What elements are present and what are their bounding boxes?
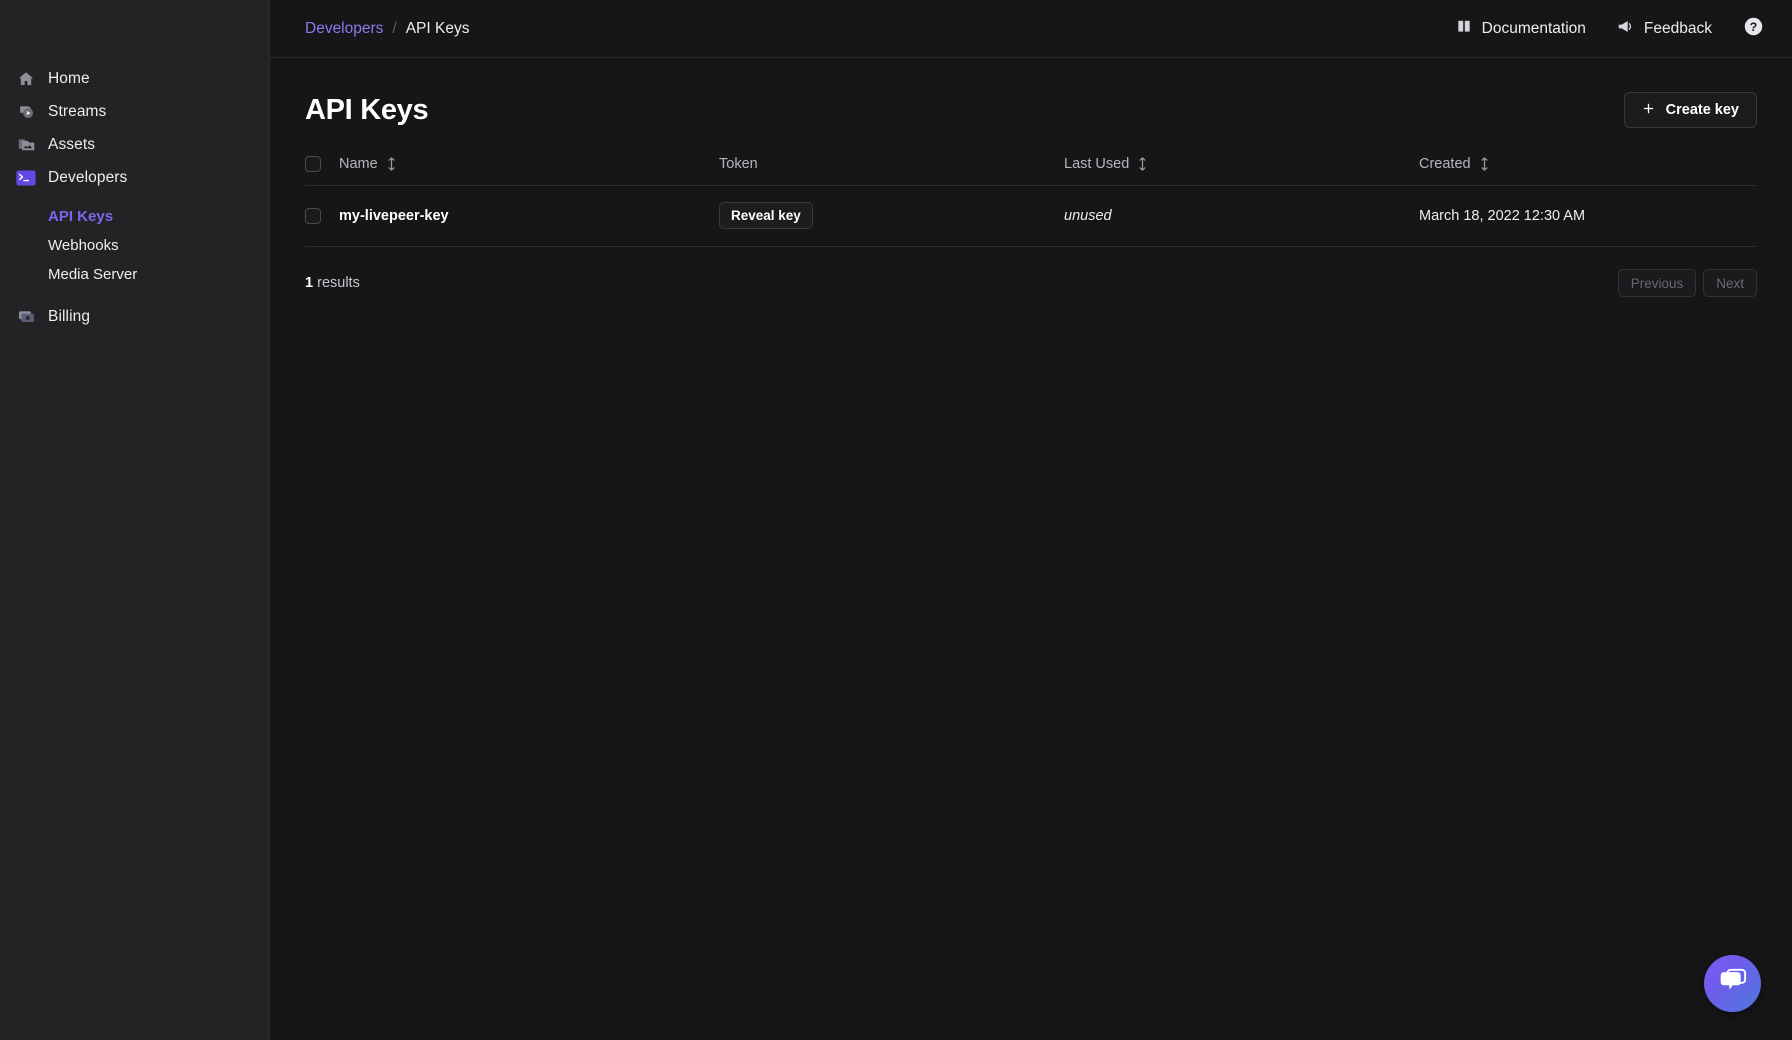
previous-page-button[interactable]: Previous	[1617, 269, 1697, 297]
table-header-name[interactable]: Name	[339, 156, 719, 186]
table-header-last-used[interactable]: Last Used	[1064, 156, 1419, 186]
last-used-value: unused	[1064, 207, 1112, 224]
sort-created-icon[interactable]	[1480, 157, 1489, 171]
results-count: 1	[305, 275, 314, 291]
app-root: Home Streams Assets Developers API Keys …	[0, 0, 1792, 1040]
sidebar-item-media-server[interactable]: Media Server	[0, 260, 269, 289]
select-all-checkbox[interactable]	[305, 156, 321, 172]
sidebar-item-streams[interactable]: Streams	[0, 95, 269, 128]
sidebar-item-assets[interactable]: Assets	[0, 128, 269, 161]
next-page-button[interactable]: Next	[1703, 269, 1757, 297]
sort-last-used-icon[interactable]	[1138, 157, 1147, 171]
sort-name-icon[interactable]	[387, 157, 396, 171]
sidebar-item-billing[interactable]: Billing	[0, 300, 269, 333]
pagination: Previous Next	[1617, 269, 1757, 297]
table-header-created[interactable]: Created	[1419, 156, 1757, 186]
page-title: API Keys	[305, 93, 429, 126]
feedback-link[interactable]: Feedback	[1617, 18, 1712, 40]
sidebar-item-api-keys[interactable]: API Keys	[0, 202, 269, 231]
sidebar-item-label: Assets	[48, 135, 96, 153]
table-header-token: Token	[719, 156, 1064, 186]
page-content: API Keys Create key Name Token Last Used…	[270, 58, 1792, 297]
help-button[interactable]: ?	[1743, 16, 1764, 42]
column-label-last-used: Last Used	[1064, 156, 1130, 172]
sidebar-subitem-label: Webhooks	[48, 237, 119, 254]
results-label-wrap: results	[313, 275, 360, 291]
table-header-select	[305, 156, 339, 186]
create-key-label: Create key	[1665, 102, 1739, 118]
sidebar-subitem-label: Media Server	[48, 266, 138, 283]
documentation-link[interactable]: Documentation	[1456, 18, 1586, 39]
table-header-row: Name Token Last Used Created	[305, 156, 1757, 186]
key-name: my-livepeer-key	[339, 207, 449, 224]
row-token-cell: Reveal key	[719, 185, 1064, 247]
sidebar-item-label: Billing	[48, 307, 91, 325]
chat-bubbles-icon	[1718, 967, 1748, 1000]
chat-widget-button[interactable]	[1704, 955, 1761, 1012]
row-select-cell	[305, 185, 339, 247]
breadcrumb-separator: /	[392, 19, 397, 37]
topbar-actions: Documentation Feedback ?	[1456, 16, 1764, 42]
table-header: Name Token Last Used Created	[305, 156, 1757, 186]
assets-icon	[16, 135, 36, 155]
billing-icon	[16, 307, 36, 327]
help-circle-icon: ?	[1743, 16, 1764, 42]
table-footer: 1 results Previous Next	[305, 269, 1757, 297]
results-summary: 1 results	[305, 275, 360, 291]
feedback-label: Feedback	[1643, 19, 1712, 37]
sidebar-item-label: Developers	[48, 168, 128, 186]
row-name-cell: my-livepeer-key	[339, 185, 719, 247]
row-last-used-cell: unused	[1064, 185, 1419, 247]
table-body: my-livepeer-key Reveal key unused March …	[305, 185, 1757, 247]
table-row[interactable]: my-livepeer-key Reveal key unused March …	[305, 185, 1757, 247]
create-key-button[interactable]: Create key	[1623, 92, 1757, 128]
sidebar-item-developers[interactable]: Developers	[0, 161, 269, 194]
sidebar: Home Streams Assets Developers API Keys …	[0, 0, 270, 1040]
breadcrumb-link-developers[interactable]: Developers	[305, 20, 383, 38]
reveal-key-button[interactable]: Reveal key	[719, 202, 813, 229]
column-label-token: Token	[719, 156, 758, 172]
results-label: results	[317, 275, 360, 291]
sidebar-item-label: Home	[48, 69, 90, 87]
terminal-icon	[16, 168, 36, 188]
column-label-name: Name	[339, 156, 378, 172]
row-created-cell: March 18, 2022 12:30 AM	[1419, 185, 1757, 247]
sidebar-item-label: Streams	[48, 102, 107, 120]
documentation-label: Documentation	[1481, 19, 1586, 37]
breadcrumb: Developers / API Keys	[305, 20, 469, 38]
sidebar-subitem-label: API Keys	[48, 208, 114, 225]
plus-icon	[1642, 102, 1655, 119]
megaphone-icon	[1617, 18, 1634, 40]
row-checkbox[interactable]	[305, 207, 321, 224]
column-label-created: Created	[1419, 156, 1471, 172]
sidebar-item-webhooks[interactable]: Webhooks	[0, 231, 269, 260]
home-icon	[16, 69, 36, 89]
api-keys-table: Name Token Last Used Created my-livepeer…	[305, 156, 1757, 247]
streams-icon	[16, 102, 36, 122]
book-icon	[1456, 18, 1472, 39]
main-area: Developers / API Keys Documentation Feed…	[270, 0, 1792, 1040]
topbar: Developers / API Keys Documentation Feed…	[270, 0, 1792, 58]
svg-text:?: ?	[1750, 19, 1757, 33]
breadcrumb-current: API Keys	[405, 19, 470, 37]
sidebar-item-home[interactable]: Home	[0, 62, 269, 95]
created-value: March 18, 2022 12:30 AM	[1419, 207, 1586, 224]
page-header: API Keys Create key	[305, 90, 1757, 130]
